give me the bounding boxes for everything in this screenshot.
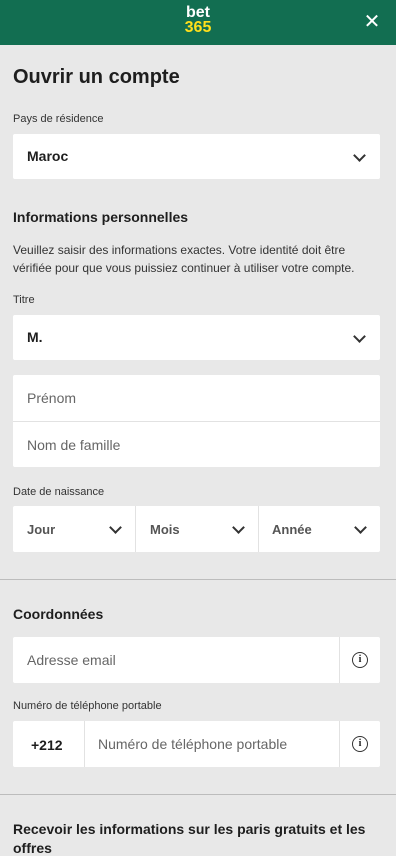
personal-info-description: Veuillez saisir des informations exactes… xyxy=(13,243,355,275)
top-bar: bet 365 ✕ xyxy=(0,0,396,45)
logo-text-bet: bet xyxy=(186,4,210,21)
title-label: Titre xyxy=(13,294,35,306)
phone-label: Numéro de téléphone portable xyxy=(13,700,162,712)
phone-prefix[interactable]: +212 xyxy=(31,737,63,753)
bet365-logo: bet 365 xyxy=(0,4,396,36)
field-divider xyxy=(13,421,380,422)
field-divider xyxy=(339,637,340,683)
title-value: M. xyxy=(27,329,43,345)
phone-field: +212 i xyxy=(13,721,380,767)
info-icon[interactable]: i xyxy=(352,652,368,668)
contact-heading: Coordonnées xyxy=(13,606,104,622)
title-select[interactable]: M. xyxy=(13,315,380,360)
page-title: Ouvrir un compte xyxy=(13,66,180,88)
first-name-input[interactable] xyxy=(27,388,367,408)
residence-select[interactable]: Maroc xyxy=(13,134,380,179)
info-icon[interactable]: i xyxy=(352,736,368,752)
personal-info-heading: Informations personnelles xyxy=(13,209,189,225)
section-divider xyxy=(0,579,396,580)
chevron-down-icon xyxy=(353,330,366,343)
chevron-down-icon xyxy=(353,149,366,162)
residence-value: Maroc xyxy=(27,148,69,164)
chevron-down-icon xyxy=(354,521,367,534)
offers-heading: Recevoir les informations sur les paris … xyxy=(13,821,366,856)
dob-selects: Jour Mois Année xyxy=(13,506,380,552)
phone-input[interactable] xyxy=(98,734,336,754)
email-input[interactable] xyxy=(27,650,337,670)
last-name-input[interactable] xyxy=(27,435,367,455)
chevron-down-icon xyxy=(232,521,245,534)
dob-day-select[interactable]: Jour xyxy=(13,506,135,552)
dob-month-select[interactable]: Mois xyxy=(136,506,258,552)
dob-year-value: Année xyxy=(272,522,312,537)
dob-year-select[interactable]: Année xyxy=(259,506,380,552)
residence-label: Pays de résidence xyxy=(13,113,104,125)
name-fields xyxy=(13,375,380,467)
field-divider xyxy=(84,721,85,767)
dob-month-value: Mois xyxy=(150,522,180,537)
close-icon[interactable]: ✕ xyxy=(362,12,382,32)
section-divider xyxy=(0,794,396,795)
dob-label: Date de naissance xyxy=(13,486,105,498)
logo-text-365: 365 xyxy=(184,19,212,36)
field-divider xyxy=(339,721,340,767)
email-field: i xyxy=(13,637,380,683)
dob-day-value: Jour xyxy=(27,522,56,537)
chevron-down-icon xyxy=(109,521,122,534)
